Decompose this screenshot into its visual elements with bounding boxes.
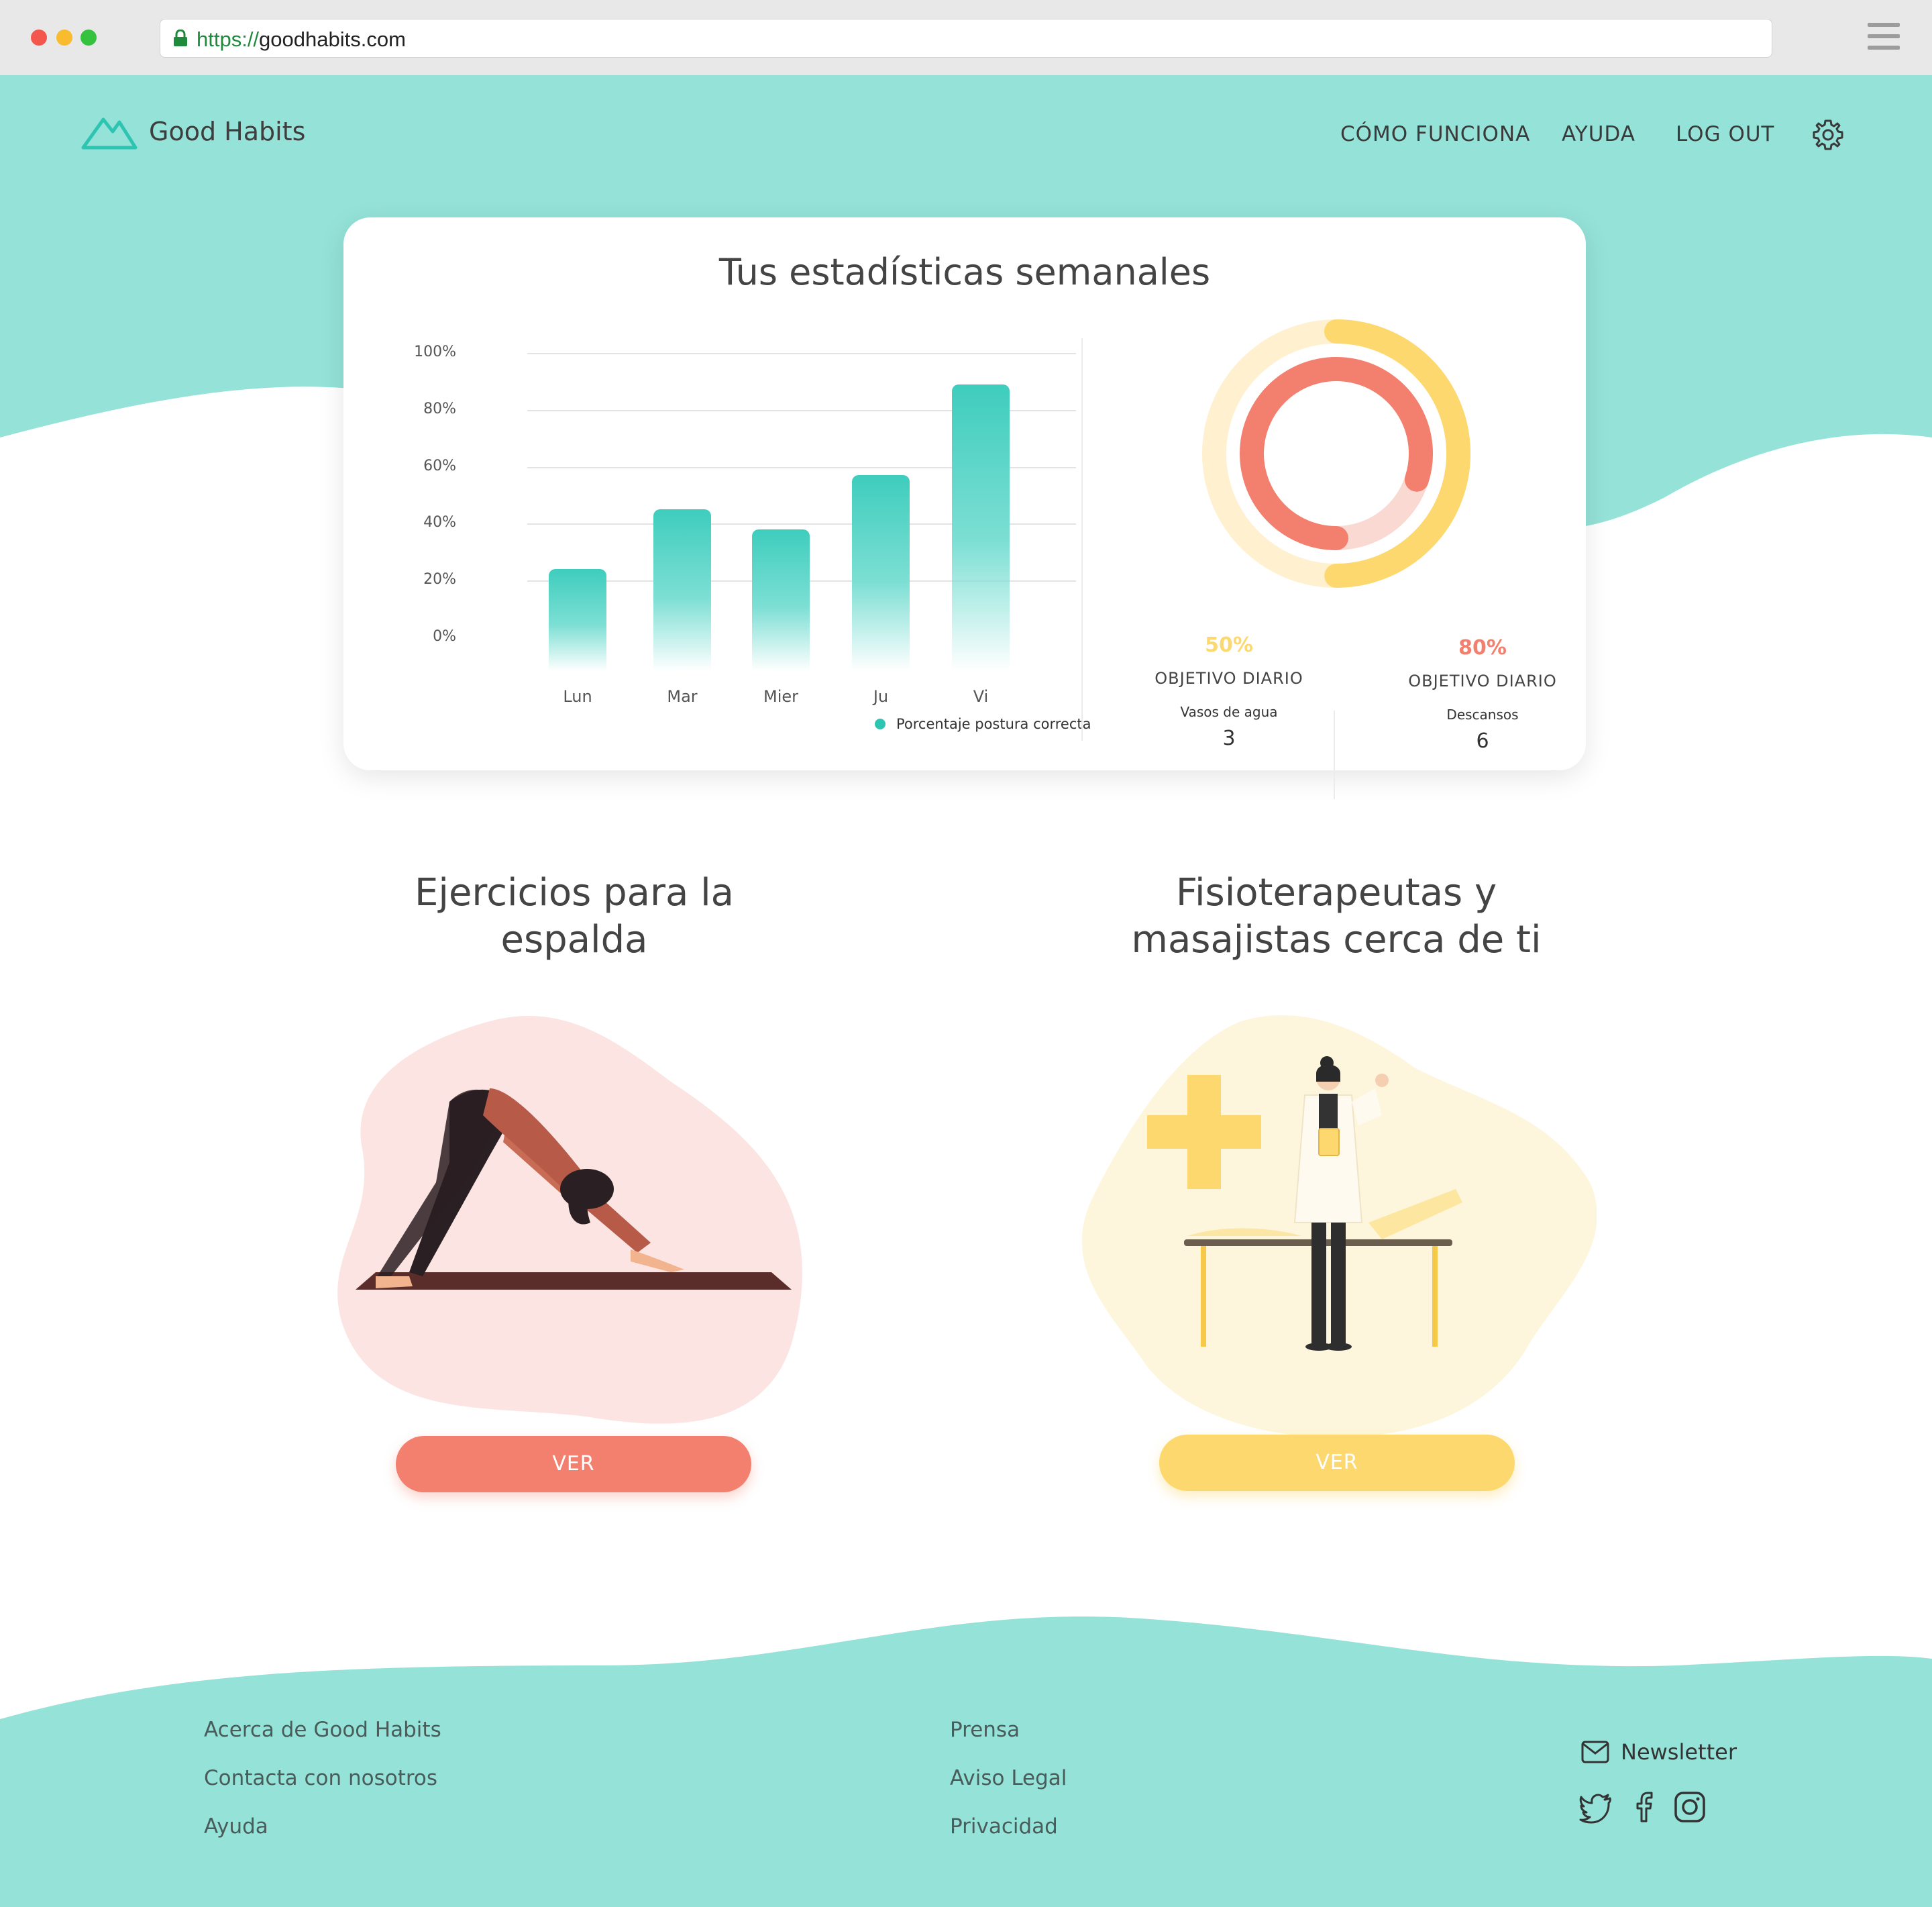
x-tick-label: Mier xyxy=(763,687,798,706)
legend-label: Porcentaje postura correcta xyxy=(896,716,1091,732)
address-bar[interactable]: https://goodhabits.com xyxy=(160,19,1772,58)
footer-link-acerca[interactable]: Acerca de Good Habits xyxy=(204,1718,441,1742)
page: https://goodhabits.com Good Habits CÓMO … xyxy=(0,0,1932,1907)
maximize-window-button[interactable] xyxy=(80,30,97,46)
footer-link-ayuda[interactable]: Ayuda xyxy=(204,1814,268,1839)
browser-toolbar: https://goodhabits.com xyxy=(0,0,1932,76)
mountain-logo-icon xyxy=(81,117,138,150)
water-goal-percent: 50% xyxy=(1205,633,1253,657)
chart-legend: Porcentaje postura correcta xyxy=(875,716,1091,732)
twitter-icon[interactable] xyxy=(1579,1790,1613,1824)
bar-ju xyxy=(852,475,910,671)
exercises-title: Ejercicios para la espalda xyxy=(415,871,734,962)
weekly-stats-card: Tus estadísticas semanales 100% 80% 60% 40%… xyxy=(343,217,1586,799)
minimize-window-button[interactable] xyxy=(56,30,72,46)
newsletter-label: Newsletter xyxy=(1621,1739,1737,1765)
x-tick-label: Mar xyxy=(667,687,698,706)
bar-vi xyxy=(952,384,1010,671)
y-tick-label: 60% xyxy=(423,457,456,474)
brand-name: Good Habits xyxy=(149,117,306,146)
water-goal-sublabel: Vasos de agua xyxy=(1180,704,1278,720)
nav-log-out[interactable]: LOG OUT xyxy=(1676,122,1774,146)
breaks-goal-metric: 80% OBJETIVO DIARIO Descansos 6 xyxy=(1395,636,1570,753)
x-tick-label: Ju xyxy=(873,687,889,706)
y-tick-label: 40% xyxy=(423,514,456,531)
posture-bar-chart: 100% 80% 60% 40% 20% 0% Lun Mar Mier Ju Vi Porcen… xyxy=(402,331,1091,748)
footer-link-contacta[interactable]: Contacta con nosotros xyxy=(204,1766,437,1790)
yoga-illustration xyxy=(337,1016,802,1424)
water-goal-label: OBJETIVO DIARIO xyxy=(1155,669,1303,688)
footer-link-prensa[interactable]: Prensa xyxy=(950,1718,1020,1742)
card-divider xyxy=(1081,338,1083,741)
y-tick-label: 100% xyxy=(414,344,456,360)
footer-link-aviso-legal[interactable]: Aviso Legal xyxy=(950,1766,1067,1790)
close-window-button[interactable] xyxy=(31,30,47,46)
bar-lun xyxy=(549,569,606,671)
y-tick-label: 20% xyxy=(423,571,456,588)
website: Good Habits CÓMO FUNCIONA AYUDA LOG OUT … xyxy=(0,75,1932,1907)
brand-logo[interactable]: Good Habits xyxy=(80,113,305,150)
water-goal-metric: 50% OBJETIVO DIARIO Vasos de agua 3 xyxy=(1142,633,1316,750)
breaks-goal-sublabel: Descansos xyxy=(1446,707,1519,723)
footer-link-privacidad[interactable]: Privacidad xyxy=(950,1814,1058,1839)
lock-icon xyxy=(174,30,187,46)
breaks-goal-percent: 80% xyxy=(1458,636,1507,660)
facebook-icon[interactable] xyxy=(1627,1790,1661,1824)
breaks-goal-value: 6 xyxy=(1476,729,1489,753)
x-tick-label: Vi xyxy=(973,687,989,706)
y-tick-label: 80% xyxy=(423,400,456,417)
exercises-ver-button[interactable]: VER xyxy=(396,1436,751,1492)
physio-title: Fisioterapeutas y masajistas cerca de ti xyxy=(1131,871,1542,962)
x-tick-label: Lun xyxy=(563,687,592,706)
y-tick-label: 0% xyxy=(433,628,456,645)
stats-title: Tus estadísticas semanales xyxy=(718,251,1211,293)
bar-mar xyxy=(653,509,711,671)
legend-swatch xyxy=(875,719,885,729)
gridline xyxy=(527,353,1076,354)
newsletter-link[interactable]: Newsletter xyxy=(1580,1739,1737,1765)
mail-icon xyxy=(1581,1741,1609,1763)
physiotherapist-illustration xyxy=(1081,1015,1597,1437)
daily-goals-donut xyxy=(1202,319,1470,588)
metrics-divider xyxy=(1334,711,1335,799)
settings-gear-icon[interactable] xyxy=(1811,118,1845,152)
water-goal-value: 3 xyxy=(1222,727,1236,750)
instagram-icon[interactable] xyxy=(1673,1790,1707,1824)
nav-como-funciona[interactable]: CÓMO FUNCIONA xyxy=(1340,122,1530,146)
breaks-goal-label: OBJETIVO DIARIO xyxy=(1408,672,1557,690)
url-text: https://goodhabits.com xyxy=(197,28,406,51)
bar-mier xyxy=(752,529,810,671)
browser-menu-icon[interactable] xyxy=(1868,23,1900,52)
physio-ver-button[interactable]: VER xyxy=(1159,1435,1515,1491)
nav-ayuda[interactable]: AYUDA xyxy=(1562,122,1635,146)
